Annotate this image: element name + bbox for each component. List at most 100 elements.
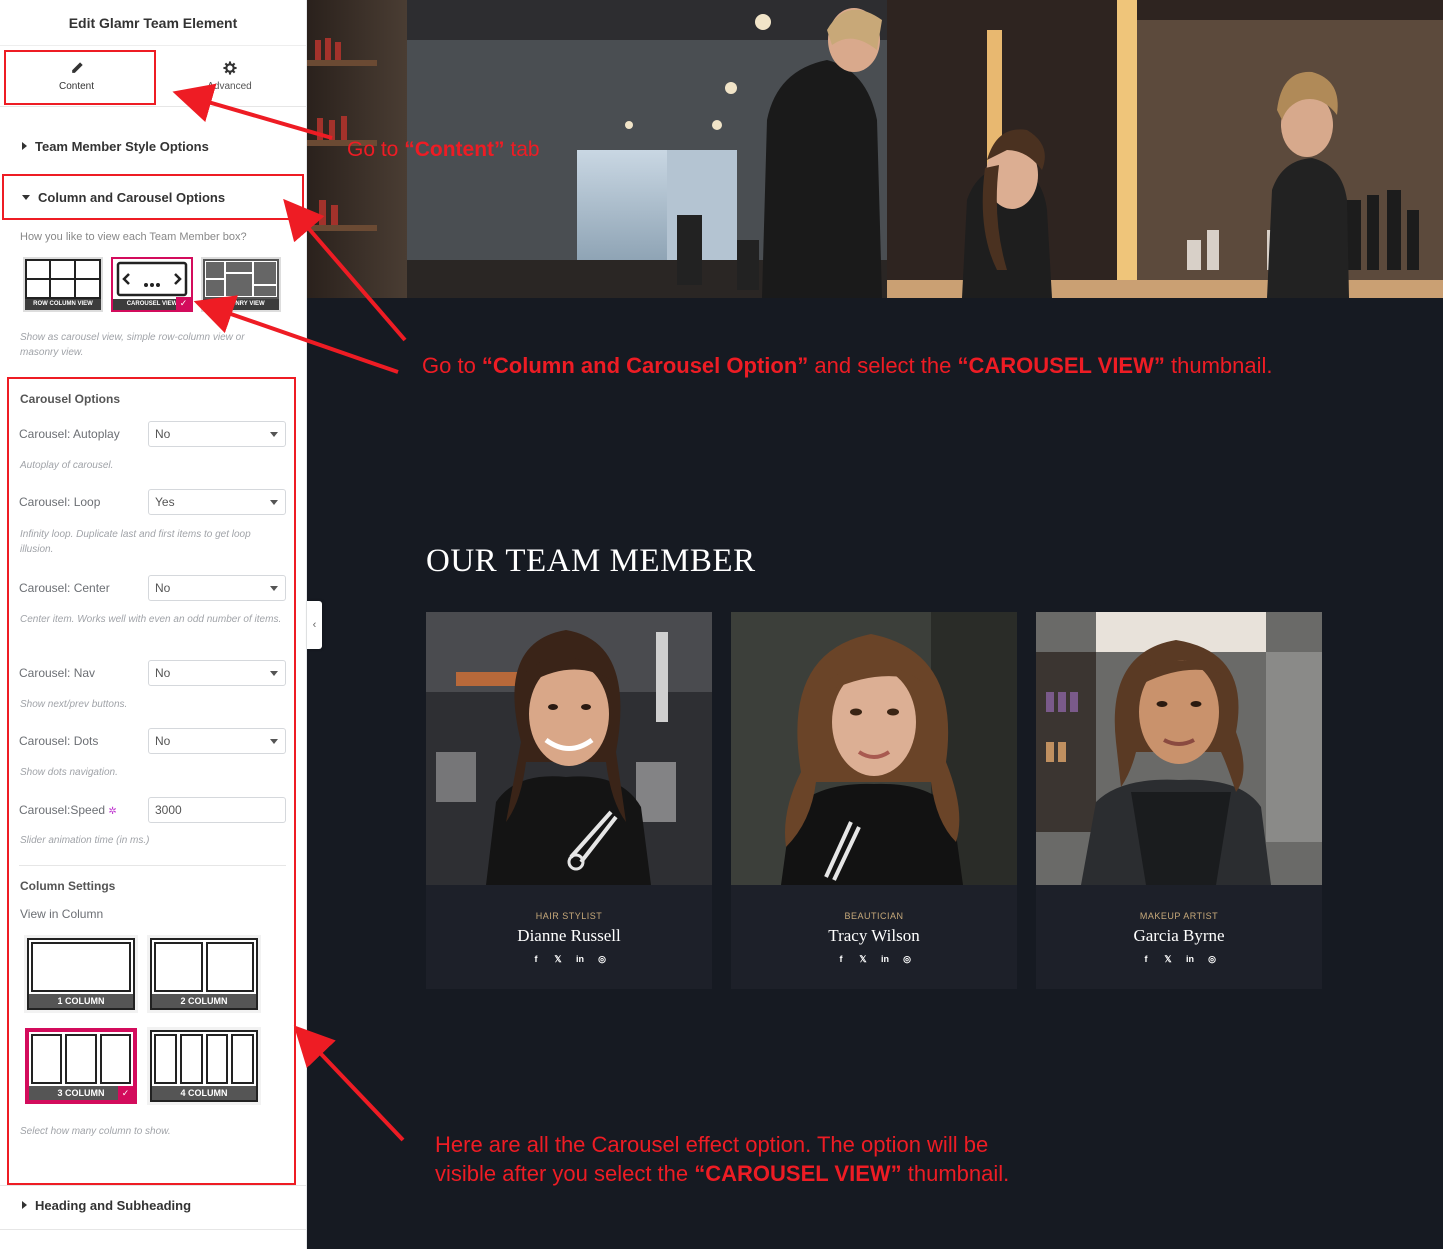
row-column-view-caption: ROW COLUMN VIEW <box>25 299 101 310</box>
linkedin-icon[interactable]: in <box>1185 954 1195 965</box>
loop-value: Yes <box>155 495 175 509</box>
view-in-column-label: View in Column <box>20 907 104 921</box>
facebook-icon[interactable]: f <box>531 954 541 965</box>
row-column-view-thumb[interactable]: ROW COLUMN VIEW <box>23 257 103 312</box>
loop-label: Carousel: Loop <box>19 495 101 509</box>
caret-right-icon <box>22 142 27 150</box>
speed-row: Carousel:Speed ✲ <box>19 797 286 823</box>
view-hint: Show as carousel view, simple row-column… <box>20 332 245 358</box>
panel-collapse-button[interactable]: ‹ <box>307 601 322 649</box>
column-option-2[interactable]: 2 COLUMN <box>150 938 258 1010</box>
annotation-line: Here are all the Carousel effect option.… <box>435 1132 989 1157</box>
dots-row: Carousel: Dots No <box>19 728 286 754</box>
team-card[interactable]: BEAUTICIAN Tracy Wilson f 𝕏 in ◎ <box>731 612 1017 989</box>
carousel-layout-icon <box>116 261 188 297</box>
x-icon[interactable]: 𝕏 <box>858 954 868 965</box>
annotation-line: visible after you select the “CAROUSEL V… <box>435 1159 1009 1188</box>
annotation-content-tab: Go to “Content” tab <box>347 135 540 164</box>
tab-content[interactable]: Content <box>0 46 153 106</box>
section-heading-subheading[interactable]: Heading and Subheading <box>0 1192 213 1218</box>
linkedin-icon[interactable]: in <box>880 954 890 965</box>
column-option-1-caption: 1 COLUMN <box>29 994 133 1008</box>
tab-advanced[interactable]: Advanced <box>153 46 306 106</box>
dots-label: Carousel: Dots <box>19 734 99 748</box>
social-links: f 𝕏 in ◎ <box>426 954 712 965</box>
team-card[interactable]: HAIR STYLIST Dianne Russell f 𝕏 in ◎ <box>426 612 712 989</box>
divider <box>0 1229 306 1230</box>
pencil-icon <box>71 61 83 73</box>
dropdown-arrow-icon <box>270 431 278 437</box>
member-photo <box>426 612 712 885</box>
member-name: Tracy Wilson <box>828 926 920 945</box>
section-style-options[interactable]: Team Member Style Options <box>0 133 231 159</box>
carousel-view-thumb[interactable]: CAROUSEL VIEW ✓ <box>111 257 193 312</box>
instagram-icon[interactable]: ◎ <box>902 954 912 965</box>
speed-hint: Slider animation time (in ms.) <box>20 835 150 846</box>
center-select[interactable]: No <box>148 575 286 601</box>
check-icon: ✓ <box>118 1086 133 1100</box>
column-option-3[interactable]: 3 COLUMN ✓ <box>27 1030 135 1102</box>
center-label: Carousel: Center <box>19 581 110 595</box>
annotation-all-options: Here are all the Carousel effect option.… <box>435 1130 1009 1188</box>
annotation-text: Go to <box>422 353 482 378</box>
chevron-left-icon: ‹ <box>312 619 317 631</box>
annotation-text: thumbnail. <box>1164 353 1273 378</box>
instagram-icon[interactable]: ◎ <box>597 954 607 965</box>
member-photo <box>731 612 1017 885</box>
x-icon[interactable]: 𝕏 <box>1163 954 1173 965</box>
annotation-carousel-option: Go to “Column and Carousel Option” and s… <box>422 351 1273 380</box>
column-option-1[interactable]: 1 COLUMN <box>27 938 135 1010</box>
loop-hint: Infinity loop. Duplicate last and first … <box>20 529 251 555</box>
member-role: HAIR STYLIST <box>535 911 603 921</box>
masonry-view-thumb[interactable]: MASONRY VIEW <box>201 257 281 312</box>
carousel-options-title: Carousel Options <box>20 392 121 406</box>
member-role: BEAUTICIAN <box>844 911 904 921</box>
view-question: How you like to view each Team Member bo… <box>20 231 247 243</box>
speed-label: Carousel:Speed <box>19 803 106 817</box>
loop-select[interactable]: Yes <box>148 489 286 515</box>
editor-panel: Edit Glamr Team Element Content Advanced… <box>0 0 307 1249</box>
instagram-icon[interactable]: ◎ <box>1207 954 1217 965</box>
center-hint: Center item. Works well with even an odd… <box>20 614 282 625</box>
autoplay-hint: Autoplay of carousel. <box>20 460 114 471</box>
dynamic-tags-icon[interactable]: ✲ <box>108 806 116 817</box>
facebook-icon[interactable]: f <box>1141 954 1151 965</box>
nav-hint: Show next/prev buttons. <box>20 699 128 710</box>
page-preview: OUR TEAM MEMBER HAIR STYLIST Dianne Russ… <box>307 0 1443 1249</box>
social-links: f 𝕏 in ◎ <box>1036 954 1322 965</box>
nav-select[interactable]: No <box>148 660 286 686</box>
divider <box>19 865 286 866</box>
annotation-text: tab <box>504 138 540 161</box>
grid-layout-icon <box>25 259 101 299</box>
column-cells <box>31 1034 131 1084</box>
linkedin-icon[interactable]: in <box>575 954 585 965</box>
section-column-carousel[interactable]: Column and Carousel Options <box>0 184 247 210</box>
section-column-carousel-label: Column and Carousel Options <box>38 189 226 205</box>
center-value: No <box>155 581 171 595</box>
x-icon[interactable]: 𝕏 <box>553 954 563 965</box>
autoplay-select[interactable]: No <box>148 421 286 447</box>
check-icon: ✓ <box>176 297 191 310</box>
annotation-text: visible after you select the <box>435 1161 695 1186</box>
speed-label-wrap: Carousel:Speed ✲ <box>19 803 117 817</box>
masonry-view-caption: MASONRY VIEW <box>203 299 279 310</box>
facebook-icon[interactable]: f <box>836 954 846 965</box>
annotation-bold: “CAROUSEL VIEW” <box>957 353 1165 378</box>
column-option-4[interactable]: 4 COLUMN <box>150 1030 258 1102</box>
section-heading-label: Heading and Subheading <box>35 1197 192 1213</box>
caret-right-icon <box>22 1201 27 1209</box>
annotation-text: thumbnail. <box>901 1161 1010 1186</box>
dropdown-arrow-icon <box>270 670 278 676</box>
annotation-text: and select the <box>808 353 958 378</box>
column-option-4-caption: 4 COLUMN <box>152 1086 256 1100</box>
team-card[interactable]: MAKEUP ARTIST Garcia Byrne f 𝕏 in ◎ <box>1036 612 1322 989</box>
caret-down-icon <box>22 194 30 200</box>
tab-advanced-label: Advanced <box>207 80 252 92</box>
dropdown-arrow-icon <box>270 585 278 591</box>
dropdown-arrow-icon <box>270 738 278 744</box>
nav-label: Carousel: Nav <box>19 666 96 680</box>
member-name: Dianne Russell <box>517 926 621 945</box>
dots-select[interactable]: No <box>148 728 286 754</box>
dots-value: No <box>155 734 171 748</box>
speed-input[interactable] <box>148 797 286 823</box>
